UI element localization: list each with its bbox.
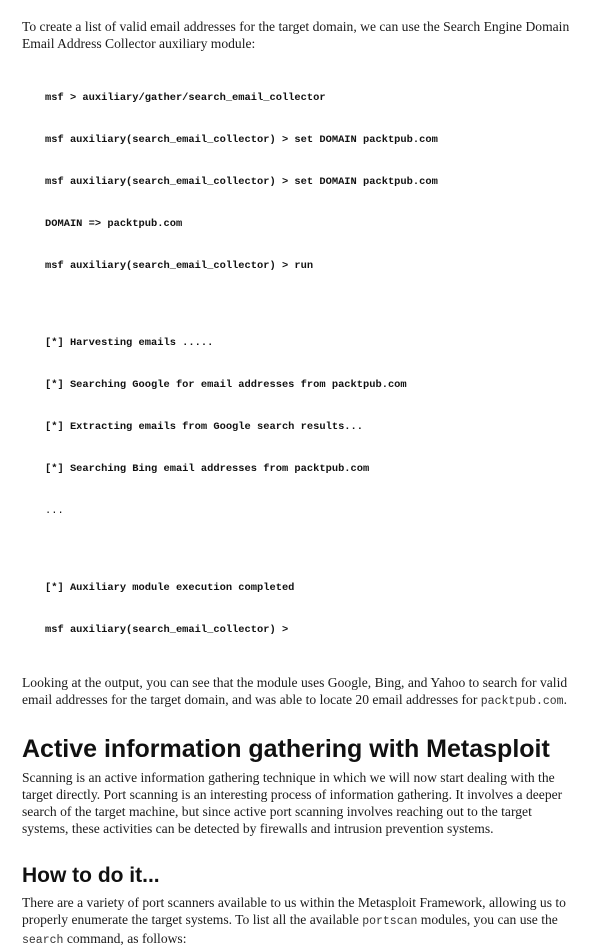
code-line: [*] Searching Google for email addresses…	[45, 379, 407, 391]
code-line: [*] Extracting emails from Google search…	[45, 421, 364, 433]
code-block: msf > auxiliary/gather/search_email_coll…	[22, 63, 578, 665]
code-line: [*] Auxiliary module execution completed	[45, 582, 295, 594]
section-paragraph: Scanning is an active information gather…	[22, 770, 563, 836]
code-line: [*] Searching Bing email addresses from …	[45, 463, 370, 475]
code-line: msf auxiliary(search_email_collector) > …	[45, 260, 314, 272]
inline-code-portscan: portscan	[362, 915, 418, 928]
howto-heading: How to do it...	[22, 864, 160, 887]
code-line: msf auxiliary(search_email_collector) > …	[45, 134, 438, 146]
howto-text-2: modules, you can use the	[417, 912, 558, 927]
output-paragraph: Looking at the output, you can see that …	[22, 674, 578, 710]
code-line: DOMAIN => packtpub.com	[45, 218, 183, 230]
inline-code-search: search	[22, 934, 64, 947]
code-spacer	[45, 546, 578, 553]
code-line: msf auxiliary(search_email_collector) >	[45, 624, 289, 636]
code-line: ...	[45, 505, 64, 517]
code-line: [*] Harvesting emails .....	[45, 337, 214, 349]
document-page: To create a list of valid email addresse…	[22, 18, 578, 949]
howto-paragraph: There are a variety of port scanners ava…	[22, 894, 578, 949]
howto-text-3: command, as follows:	[63, 931, 187, 946]
code-line: msf auxiliary(search_email_collector) > …	[45, 176, 438, 188]
output-end: .	[563, 692, 567, 707]
code-line: msf > auxiliary/gather/search_email_coll…	[45, 92, 326, 104]
intro-paragraph: To create a list of valid email addresse…	[22, 19, 570, 51]
code-spacer	[45, 301, 578, 308]
inline-code-domain: packtpub.com	[480, 695, 564, 708]
section-heading: Active information gathering with Metasp…	[22, 735, 550, 763]
